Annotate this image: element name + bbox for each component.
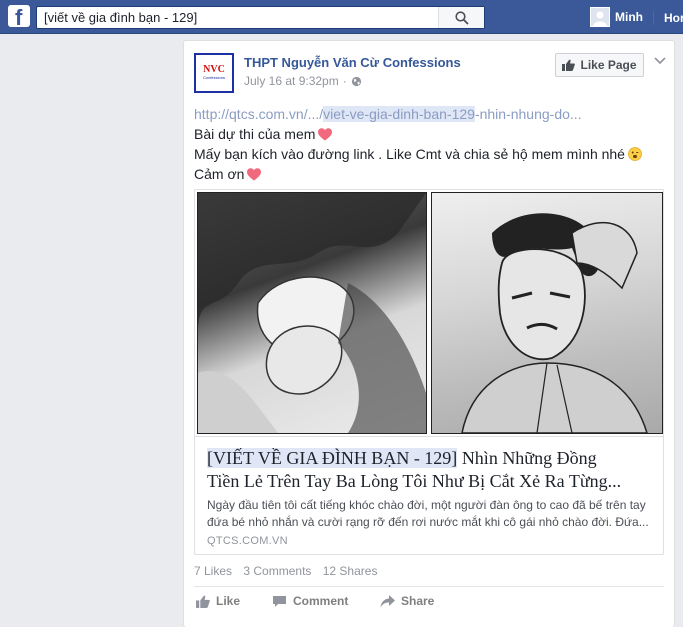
post-meta: July 16 at 9:32pm · — [244, 74, 362, 88]
wink-emoji-icon — [628, 147, 642, 161]
likes-count[interactable]: 7 Likes — [194, 564, 232, 578]
page-avatar-text: NVC — [203, 64, 225, 75]
page-name[interactable]: THPT Nguyễn Văn Cừ Confessions — [244, 55, 461, 70]
post-link-prefix: http://qtcs.com.vn/.../ — [194, 106, 324, 122]
preview-desc-line-1: Ngày đầu tiên tôi cất tiếng khóc chào đờ… — [207, 498, 646, 512]
comment-button[interactable]: Comment — [272, 594, 348, 608]
post-text: http://qtcs.com.vn/.../viet-ve-gia-dinh-… — [194, 104, 664, 184]
link-preview-image[interactable] — [195, 190, 663, 436]
page-avatar[interactable]: NVC Confessions — [194, 53, 234, 93]
thumbs-up-icon — [196, 595, 210, 608]
like-label: Like — [216, 594, 241, 608]
profile-name: Minh — [615, 10, 643, 24]
share-icon — [380, 594, 395, 607]
comment-icon — [273, 595, 286, 607]
preview-image-panel-mother — [197, 192, 427, 434]
sketch-father-icon — [461, 213, 649, 434]
link-preview-title[interactable]: [VIẾT VỀ GIA ĐÌNH BẠN - 129] Nhìn Những … — [207, 447, 653, 493]
link-preview-domain: QTCS.COM.VN — [207, 535, 288, 547]
top-navigation-bar: f Minh Hor — [0, 0, 683, 34]
chevron-down-icon[interactable] — [654, 57, 666, 65]
post-line-2-text: Bài dự thi của mem — [194, 126, 316, 142]
like-page-button[interactable]: Like Page — [555, 53, 644, 77]
preview-desc-line-2: đứa bé nhỏ nhắn và cười rạng rỡ đến rơi … — [207, 515, 649, 529]
post-line-4-text: Cảm ơn — [194, 166, 245, 182]
post-line-2: Bài dự thi của mem — [194, 124, 664, 144]
comment-label: Comment — [293, 594, 349, 608]
default-avatar-icon — [591, 8, 609, 26]
post-line-4: Cảm ơn — [194, 164, 664, 184]
meta-separator: · — [342, 74, 347, 88]
link-preview-description: Ngày đầu tiên tôi cất tiếng khóc chào đờ… — [207, 497, 653, 531]
post-link[interactable]: http://qtcs.com.vn/.../viet-ve-gia-dinh-… — [194, 104, 664, 124]
heart-icon — [318, 128, 333, 141]
link-preview-body: [VIẾT VỀ GIA ĐÌNH BẠN - 129] Nhìn Những … — [195, 436, 663, 554]
thumbs-up-icon — [562, 59, 576, 71]
shares-count[interactable]: 12 Shares — [323, 564, 378, 578]
preview-title-highlight: [VIẾT VỀ GIA ĐÌNH BẠN - 129] — [207, 448, 458, 468]
share-button[interactable]: Share — [380, 594, 434, 608]
facebook-logo-icon[interactable]: f — [8, 5, 30, 27]
preview-title-line-2: Tiền Lẻ Trên Tay Ba Lòng Tôi Như Bị Cắt … — [207, 471, 622, 491]
sketch-mother-child-icon — [198, 193, 426, 433]
post-stats: 7 Likes 3 Comments 12 Shares — [194, 564, 385, 578]
link-preview-card[interactable]: [VIẾT VỀ GIA ĐÌNH BẠN - 129] Nhìn Những … — [194, 189, 664, 555]
avatar — [590, 7, 610, 27]
share-label: Share — [401, 594, 435, 608]
preview-title-rest: Nhìn Những Đồng — [457, 448, 597, 468]
comments-count[interactable]: 3 Comments — [243, 564, 311, 578]
facebook-logo-letter: f — [15, 5, 23, 28]
post-link-suffix: -nhin-nhung-do... — [474, 106, 582, 122]
preview-image-panel-father — [431, 192, 663, 434]
search-icon — [454, 10, 469, 25]
page-avatar-subtext: Confessions — [202, 75, 225, 80]
post-line-3: Mấy bạn kích vào đường link . Like Cmt v… — [194, 144, 664, 164]
nav-divider — [653, 11, 654, 25]
globe-icon — [351, 76, 361, 86]
search-button[interactable] — [438, 7, 484, 28]
search-box — [36, 6, 485, 29]
profile-link[interactable]: Minh — [590, 6, 643, 28]
post-actions: Like Comment Share — [194, 594, 664, 614]
post-link-highlight: viet-ve-gia-dinh-ban-129 — [323, 106, 475, 122]
stats-divider — [194, 586, 664, 587]
search-input[interactable] — [37, 7, 437, 28]
like-page-label: Like Page — [580, 58, 637, 72]
post-timestamp[interactable]: July 16 at 9:32pm — [244, 74, 339, 88]
post-card: NVC Confessions THPT Nguyễn Văn Cừ Confe… — [183, 40, 675, 627]
post-line-3-text: Mấy bạn kích vào đường link . Like Cmt v… — [194, 146, 625, 162]
nav-home-link[interactable]: Hor — [664, 11, 683, 25]
like-button[interactable]: Like — [196, 594, 240, 608]
heart-icon — [247, 168, 262, 181]
